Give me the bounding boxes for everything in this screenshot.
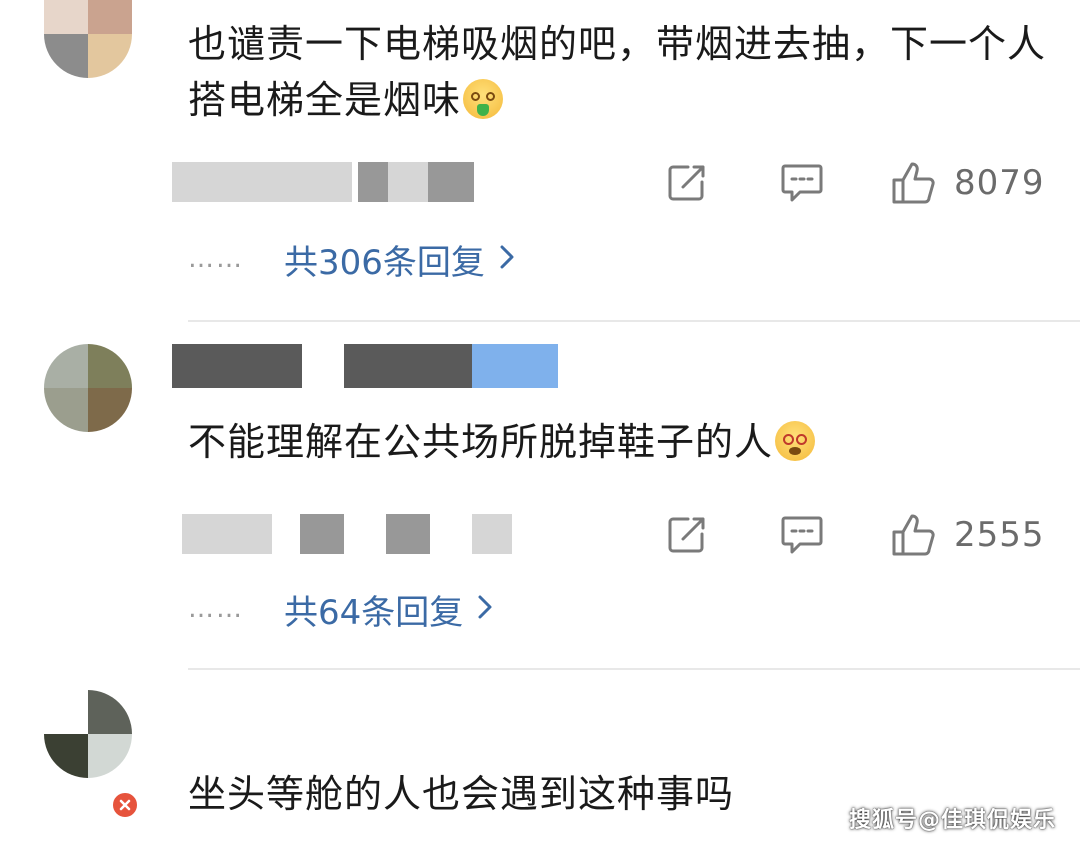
blurred-badge xyxy=(472,344,558,388)
comment-meta: 2555 xyxy=(172,510,1052,560)
like-count: 2555 xyxy=(954,515,1045,555)
reply-row: …… 共306条回复 xyxy=(188,234,515,284)
like-button[interactable]: 8079 xyxy=(890,158,1045,208)
view-replies-link[interactable]: 共64条回复 xyxy=(284,585,493,634)
blurred-location xyxy=(386,514,430,554)
thumbs-up-icon xyxy=(890,160,938,206)
comment-button[interactable] xyxy=(780,158,824,208)
share-button[interactable] xyxy=(666,510,708,560)
dizzy-face-emoji xyxy=(775,421,816,461)
blurred-location xyxy=(358,162,388,202)
comment-meta: 8079 xyxy=(172,158,1052,208)
chevron-right-icon xyxy=(499,239,515,279)
comment-icon xyxy=(780,162,824,204)
chevron-right-icon xyxy=(477,589,493,629)
blurred-timestamp xyxy=(182,514,272,554)
verified-badge-icon xyxy=(110,790,140,820)
reply-row: …… 共64条回复 xyxy=(188,584,493,634)
blurred-location xyxy=(300,514,344,554)
avatar[interactable] xyxy=(44,344,132,432)
reply-dots: …… xyxy=(188,244,244,274)
comment-icon xyxy=(780,514,824,556)
blurred-location xyxy=(428,162,474,202)
reply-dots: …… xyxy=(188,594,244,624)
like-button[interactable]: 2555 xyxy=(890,510,1045,560)
blurred-location xyxy=(472,514,512,554)
share-icon xyxy=(666,514,708,556)
share-button[interactable] xyxy=(666,158,708,208)
blurred-name-block xyxy=(344,344,472,388)
reply-count-label: 共306条回复 xyxy=(284,242,485,283)
share-icon xyxy=(666,162,708,204)
blurred-username[interactable] xyxy=(172,344,558,388)
blurred-name-block xyxy=(172,344,302,388)
divider xyxy=(188,320,1080,322)
view-replies-link[interactable]: 共306条回复 xyxy=(284,235,515,284)
comment-button[interactable] xyxy=(780,510,824,560)
comment-text: 也谴责一下电梯吸烟的吧，带烟进去抽，下一个人搭电梯全是烟味 xyxy=(188,22,1047,122)
blurred-timestamp xyxy=(172,162,352,202)
divider xyxy=(188,668,1080,670)
vomiting-face-emoji xyxy=(463,79,504,119)
avatar[interactable] xyxy=(44,0,132,78)
thumbs-up-icon xyxy=(890,512,938,558)
reply-count-label: 共64条回复 xyxy=(284,592,464,633)
watermark: 搜狐号@佳琪侃娱乐 xyxy=(848,808,1056,833)
comment-text: 不能理解在公共场所脱掉鞋子的人 xyxy=(188,414,1058,470)
blurred-location xyxy=(388,162,428,202)
avatar[interactable] xyxy=(44,690,132,778)
like-count: 8079 xyxy=(954,163,1045,203)
